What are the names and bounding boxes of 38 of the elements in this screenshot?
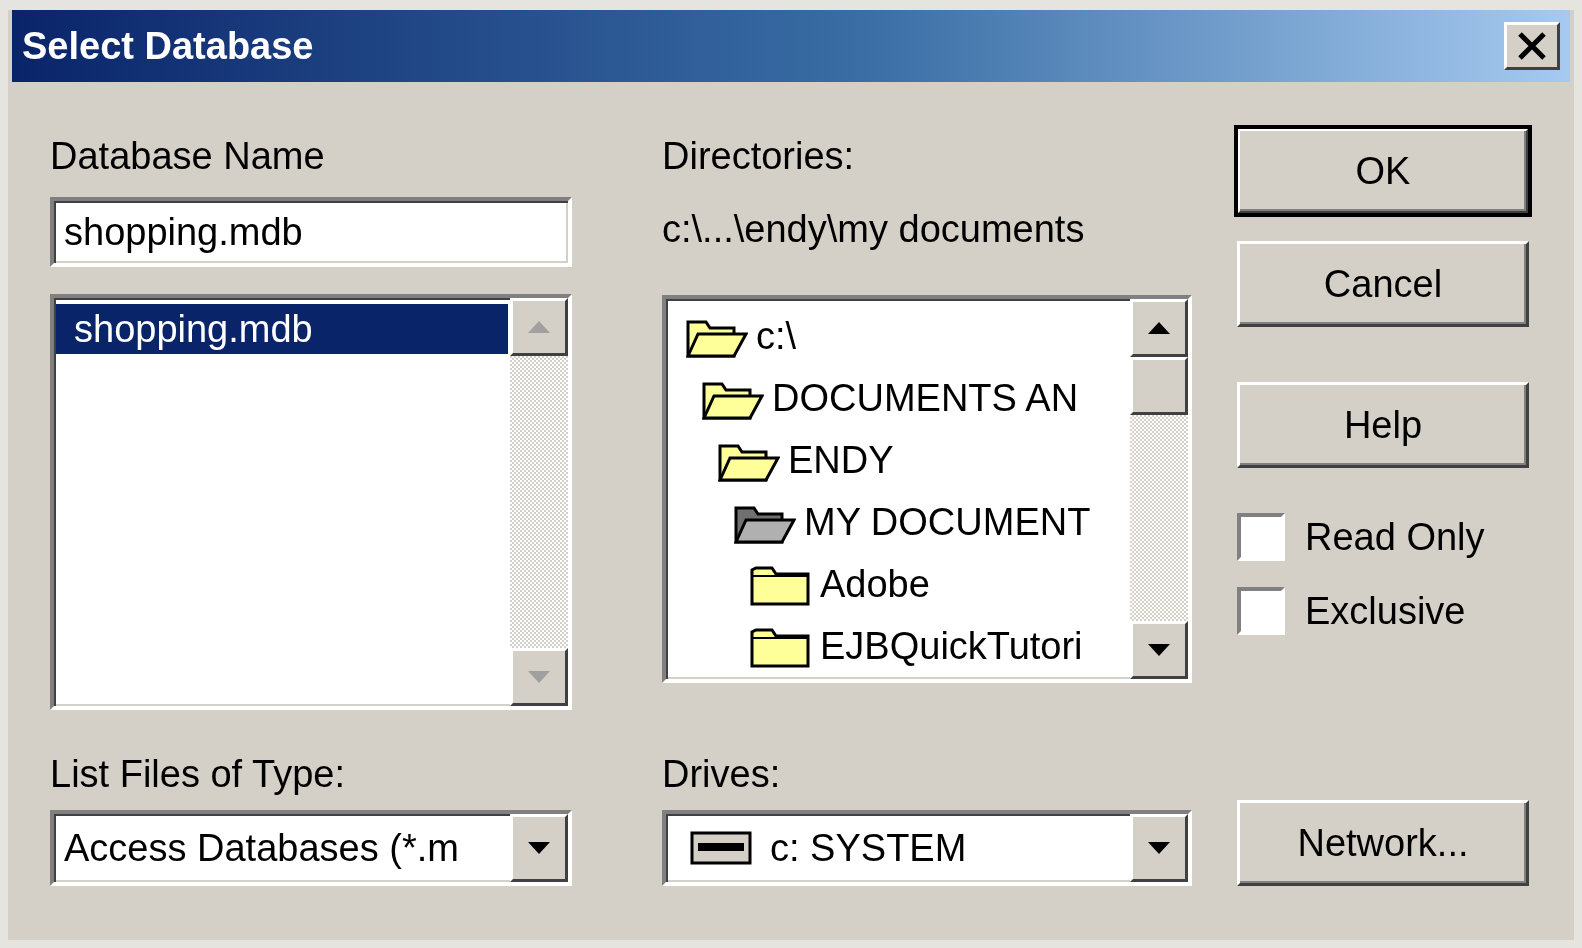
scroll-thumb[interactable]	[1130, 357, 1188, 415]
field-label: List Files of Type:	[50, 753, 345, 796]
tree-item[interactable]: ENDY	[668, 429, 1128, 491]
scrollbar[interactable]	[1130, 299, 1188, 679]
dropdown-value: c: SYSTEM	[770, 826, 968, 870]
file-type-dropdown[interactable]: Access Databases (*.m	[50, 810, 572, 886]
field-label: Directories:	[662, 134, 855, 178]
tree-item[interactable]: Adobe	[668, 553, 1128, 615]
dialog-button[interactable]: Help	[1237, 382, 1529, 468]
tree-item[interactable]: MY DOCUMENT	[668, 491, 1128, 553]
caret-icon	[527, 841, 551, 855]
close-button[interactable]	[1504, 22, 1560, 70]
drive-dropdown[interactable]: c: SYSTEM	[662, 810, 1192, 886]
database-name-field[interactable]: shopping.mdb	[50, 197, 572, 267]
file-list-item[interactable]: shopping.mdb	[56, 304, 508, 354]
scroll-down-icon	[1147, 643, 1171, 657]
dropdown-value: Access Databases (*.m	[64, 826, 460, 870]
network-button[interactable]: Network...	[1237, 800, 1529, 886]
window-title: Select Database	[22, 24, 314, 68]
scroll-up-icon	[527, 320, 551, 334]
field-label: Database Name	[50, 134, 325, 178]
tree-item[interactable]: c:\	[668, 305, 1128, 367]
directory-path: c:\...\endy\my documents	[662, 208, 1085, 251]
close-icon	[1517, 32, 1547, 60]
checkbox-label: Exclusive	[1305, 589, 1466, 633]
dialog-button[interactable]: Cancel	[1237, 241, 1529, 327]
checkbox[interactable]	[1237, 513, 1285, 561]
dialog-button[interactable]: OK	[1237, 128, 1529, 214]
scroll-down-icon	[527, 670, 551, 684]
scroll-up-icon	[1147, 321, 1171, 335]
tree-item[interactable]: DOCUMENTS AN	[668, 367, 1128, 429]
field-label: Drives:	[662, 753, 781, 796]
tree-item[interactable]: EJBQuickTutori	[668, 615, 1128, 677]
drive-icon	[690, 831, 752, 865]
scrollbar[interactable]	[510, 298, 568, 706]
checkbox[interactable]	[1237, 587, 1285, 635]
checkbox-label: Read Only	[1305, 515, 1485, 559]
caret-icon	[1147, 841, 1171, 855]
